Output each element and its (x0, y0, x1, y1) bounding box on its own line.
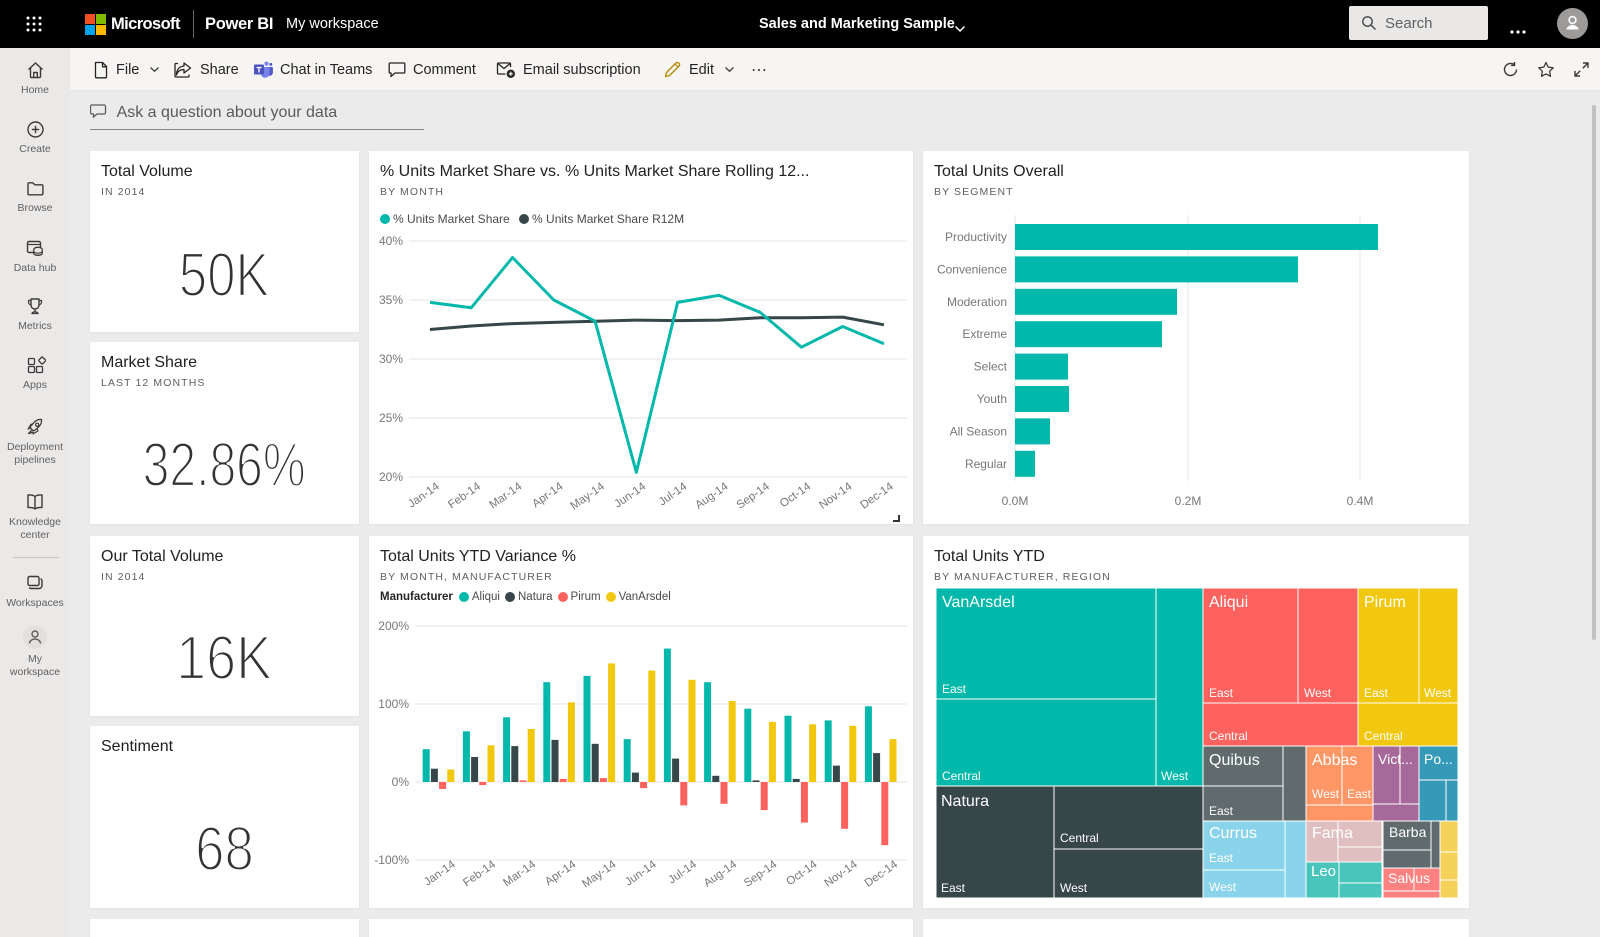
svg-text:Jun-14: Jun-14 (612, 480, 648, 510)
svg-text:Youth: Youth (977, 392, 1007, 406)
svg-text:30%: 30% (379, 352, 403, 366)
svg-text:East: East (1209, 804, 1234, 818)
svg-text:Central: Central (1364, 729, 1403, 743)
svg-text:Nov-14: Nov-14 (817, 480, 855, 511)
svg-text:25%: 25% (379, 411, 403, 425)
svg-text:Central: Central (942, 769, 981, 783)
svg-text:East: East (1364, 686, 1389, 700)
svg-text:Sep-14: Sep-14 (735, 480, 773, 511)
svg-text:Feb-14: Feb-14 (446, 480, 483, 511)
svg-text:Jul-14: Jul-14 (657, 480, 690, 508)
svg-text:100%: 100% (378, 697, 409, 711)
svg-text:Po...: Po... (1424, 751, 1453, 767)
svg-text:Pirum: Pirum (1364, 594, 1406, 611)
svg-text:All Season: All Season (950, 424, 1007, 438)
svg-text:Aug-14: Aug-14 (693, 480, 731, 511)
svg-text:40%: 40% (379, 234, 403, 248)
svg-text:May-14: May-14 (580, 858, 619, 890)
svg-text:Select: Select (974, 360, 1008, 374)
svg-text:Convenience: Convenience (937, 262, 1007, 276)
svg-text:Jul-14: Jul-14 (666, 858, 699, 886)
svg-text:Jan-14: Jan-14 (406, 480, 442, 510)
svg-text:Abbas: Abbas (1312, 752, 1357, 769)
svg-text:Oct-14: Oct-14 (784, 858, 820, 888)
svg-text:VanArsdel: VanArsdel (942, 594, 1015, 611)
svg-text:Apr-14: Apr-14 (530, 480, 566, 510)
svg-text:Productivity: Productivity (945, 230, 1007, 244)
svg-text:0.0M: 0.0M (1002, 494, 1029, 508)
svg-text:West: West (1424, 686, 1452, 700)
svg-text:West: West (1060, 881, 1088, 895)
svg-text:Fama: Fama (1312, 825, 1353, 842)
svg-text:West: West (1304, 686, 1332, 700)
svg-text:East: East (941, 881, 966, 895)
svg-text:West: West (1312, 787, 1340, 801)
svg-text:Dec-14: Dec-14 (863, 858, 901, 889)
svg-text:0.2M: 0.2M (1175, 494, 1202, 508)
svg-text:Moderation: Moderation (947, 295, 1007, 309)
svg-text:West: West (1161, 769, 1189, 783)
svg-text:0.4M: 0.4M (1347, 494, 1374, 508)
svg-text:Nov-14: Nov-14 (822, 858, 860, 889)
svg-text:Natura: Natura (941, 793, 989, 810)
svg-text:Mar-14: Mar-14 (488, 480, 525, 511)
svg-text:East: East (1347, 787, 1372, 801)
svg-text:Aug-14: Aug-14 (702, 858, 740, 889)
svg-text:Salvus: Salvus (1388, 870, 1430, 886)
svg-text:Extreme: Extreme (962, 327, 1007, 341)
svg-text:Dec-14: Dec-14 (858, 480, 896, 511)
svg-text:Quibus: Quibus (1209, 752, 1260, 769)
svg-text:0%: 0% (392, 775, 410, 789)
svg-text:Oct-14: Oct-14 (778, 480, 814, 510)
svg-text:Vict...: Vict... (1378, 751, 1413, 767)
svg-text:Jan-14: Jan-14 (422, 858, 458, 888)
svg-text:Feb-14: Feb-14 (461, 858, 498, 889)
svg-text:Jun-14: Jun-14 (623, 858, 659, 888)
svg-text:200%: 200% (378, 619, 409, 633)
svg-text:Barba: Barba (1389, 824, 1427, 840)
svg-text:Leo: Leo (1311, 863, 1336, 880)
svg-text:Sep-14: Sep-14 (742, 858, 780, 889)
svg-text:Apr-14: Apr-14 (543, 858, 579, 888)
svg-text:-100%: -100% (374, 853, 409, 867)
svg-text:East: East (942, 682, 967, 696)
svg-text:Regular: Regular (965, 457, 1007, 471)
svg-text:Currus: Currus (1209, 825, 1257, 842)
svg-text:East: East (1209, 686, 1234, 700)
svg-text:May-14: May-14 (568, 480, 607, 512)
svg-text:West: West (1209, 880, 1237, 894)
svg-text:Mar-14: Mar-14 (501, 858, 538, 889)
svg-text:20%: 20% (379, 470, 403, 484)
svg-text:East: East (1209, 851, 1234, 865)
svg-text:Central: Central (1209, 729, 1248, 743)
svg-text:Aliqui: Aliqui (1209, 594, 1248, 611)
svg-text:Central: Central (1060, 831, 1099, 845)
svg-text:35%: 35% (379, 293, 403, 307)
